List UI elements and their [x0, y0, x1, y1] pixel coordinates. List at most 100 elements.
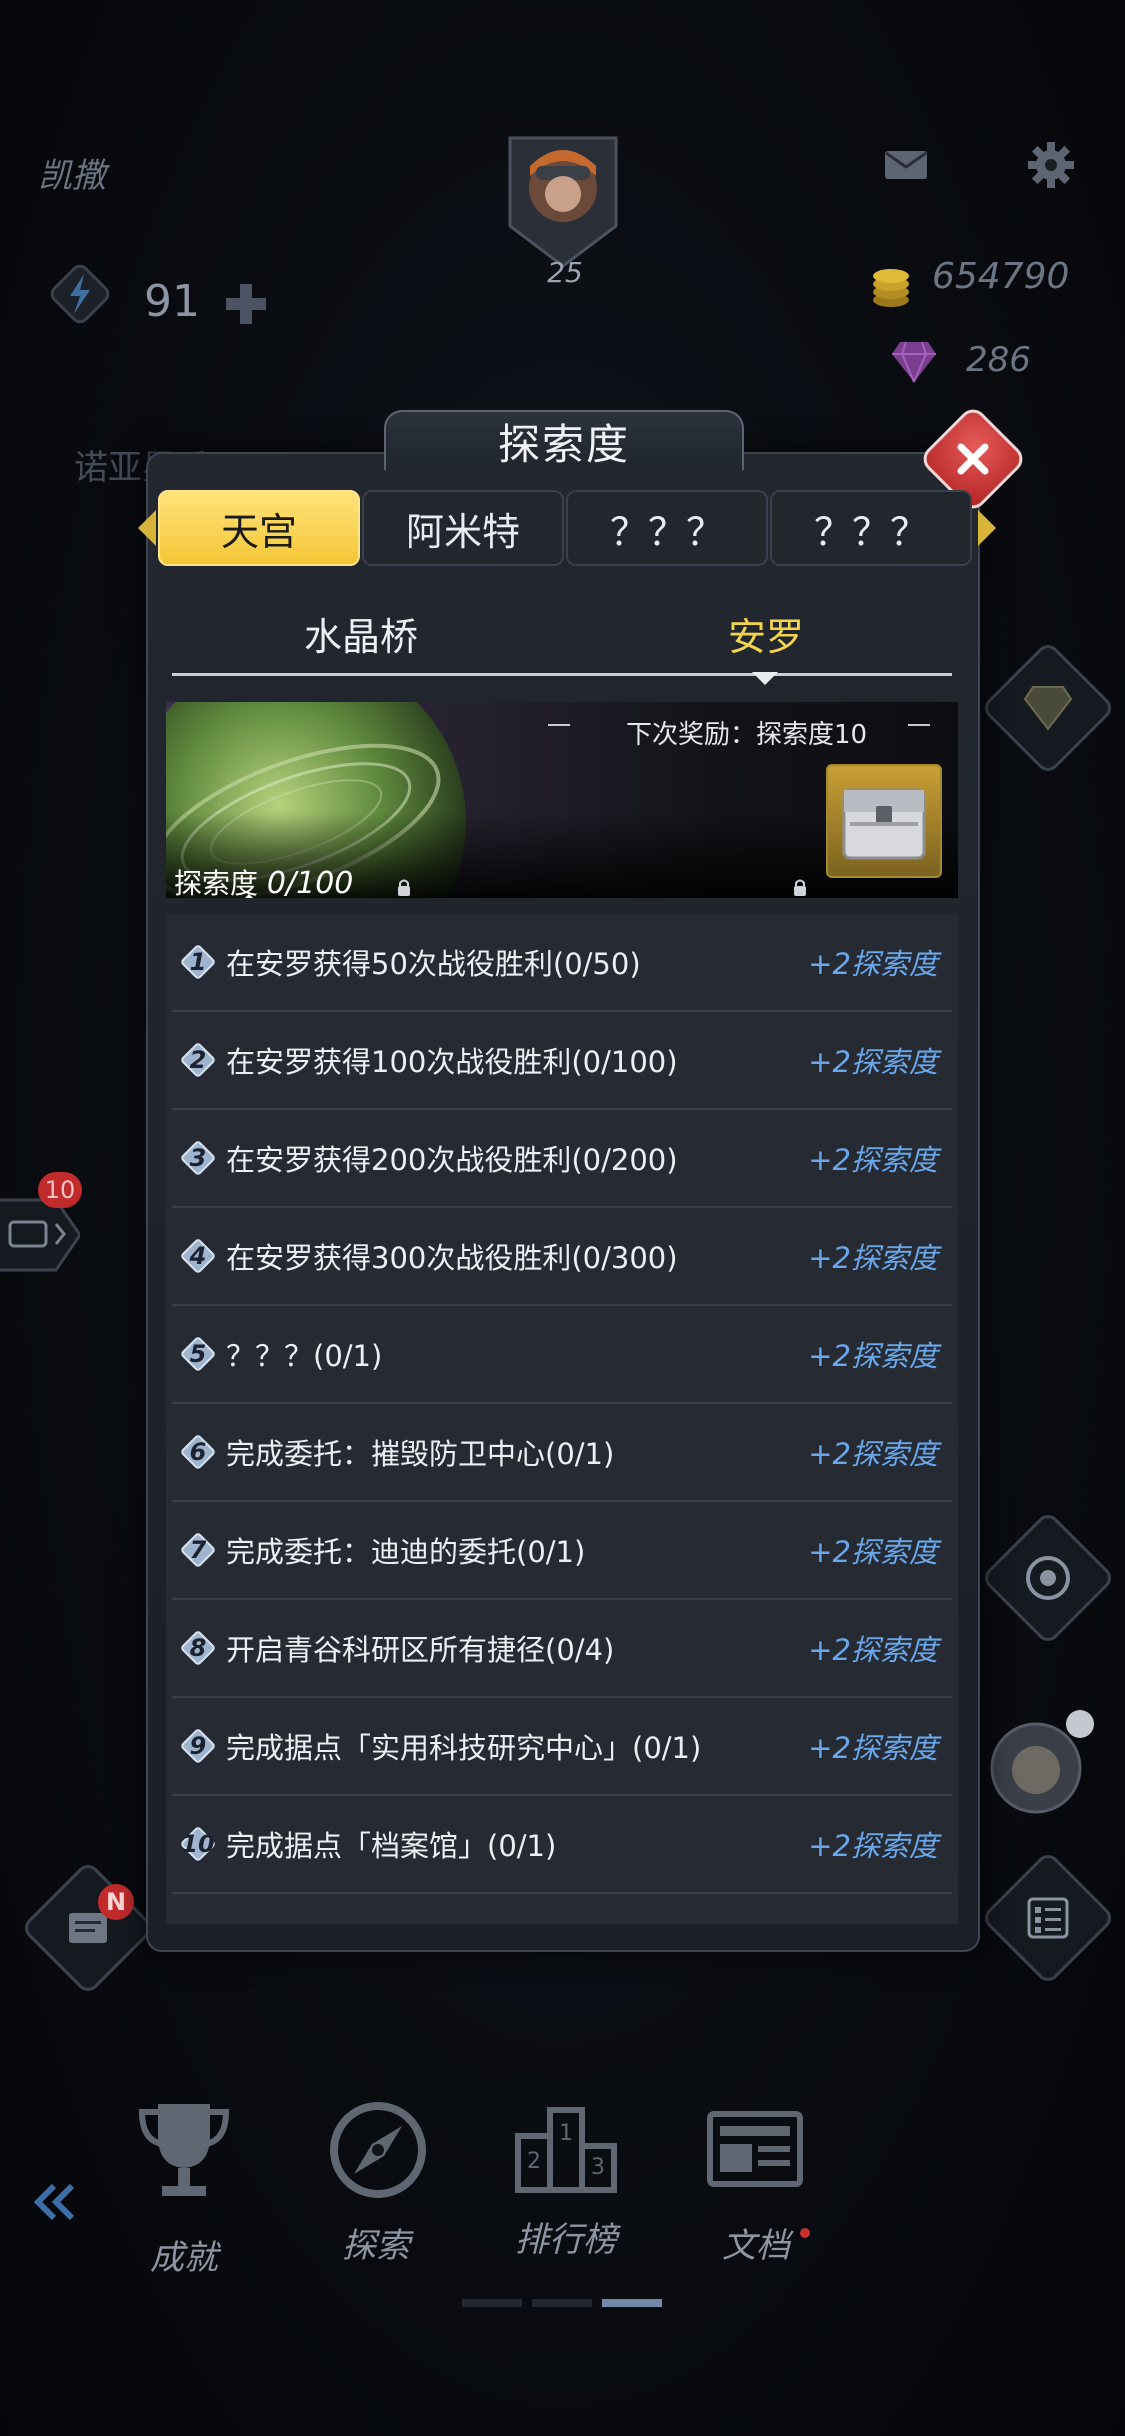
nav-label-leaderboard: 排行榜: [515, 2220, 617, 2260]
region-next-arrow[interactable]: [976, 508, 998, 548]
task-reward: +2探索度: [808, 1535, 938, 1569]
task-description: 在安罗获得100次战役胜利(0/100): [226, 1045, 678, 1079]
region-tab-locked-1[interactable]: ？？？: [566, 490, 768, 566]
subtab-crystal-bridge[interactable]: 水晶桥: [304, 606, 418, 661]
task-number: 2: [189, 1046, 207, 1074]
collapse-left-icon[interactable]: [30, 2182, 80, 2222]
nav-label-explore: 探索: [342, 2226, 410, 2266]
task-list[interactable]: 1 在安罗获得50次战役胜利(0/50) +2探索度 2 在安罗获得100次战役胜利(0…: [166, 914, 958, 1924]
task-row[interactable]: 11完成据点「器官农场」(0/1)+2探索度: [172, 1894, 952, 1924]
exploration-banner: 下次奖励：探索度10 探索度 0/100: [166, 702, 958, 898]
energy-value: 91: [144, 276, 200, 327]
next-reward-label: 下次奖励：探索度10: [626, 720, 868, 750]
lock-icon: [792, 878, 808, 896]
task-number-badge: 6: [180, 1434, 216, 1470]
task-reward: +2探索度: [808, 1241, 938, 1275]
lock-icon: [396, 878, 412, 896]
task-row[interactable]: 6 完成委托：摧毁防卫中心(0/1) +2探索度: [172, 1404, 952, 1502]
nav-achievements-button[interactable]: [124, 2090, 244, 2214]
subtab-active-marker: [752, 672, 778, 685]
task-number: 7: [189, 1536, 207, 1564]
progress-marker: [241, 894, 257, 898]
svg-text:1: 1: [559, 2121, 573, 2146]
gold-coin-icon: [866, 260, 916, 310]
svg-text:3: 3: [591, 2155, 605, 2180]
region-tab-tiangong[interactable]: 天宫: [158, 490, 360, 566]
task-row[interactable]: 10 完成据点「档案馆」(0/1) +2探索度: [172, 1796, 952, 1894]
task-description: ？？？(0/1): [226, 1339, 383, 1373]
task-row[interactable]: 5 ？？？(0/1) +2探索度: [172, 1306, 952, 1404]
modal-title: 探索度: [384, 410, 744, 470]
task-description: 完成委托：迪迪的委托(0/1): [226, 1535, 586, 1569]
task-number: 5: [189, 1340, 207, 1368]
region-tab-amite[interactable]: 阿米特: [362, 490, 564, 566]
document-icon: [707, 2111, 803, 2187]
nav-documents-button[interactable]: [696, 2090, 816, 2214]
avatar-level: 25: [547, 256, 583, 289]
task-description: 开启青谷科研区所有捷径(0/4): [226, 1633, 615, 1667]
gem-value: 286: [966, 340, 1031, 380]
task-row[interactable]: 3 在安罗获得200次战役胜利(0/200) +2探索度: [172, 1110, 952, 1208]
task-number: 1: [189, 948, 207, 976]
task-description: 完成委托：摧毁防卫中心(0/1): [226, 1437, 615, 1471]
nav-explore-button[interactable]: [318, 2090, 438, 2214]
reward-chest-icon[interactable]: [826, 764, 942, 878]
task-number: 8: [189, 1634, 207, 1662]
task-number-badge: 3: [180, 1140, 216, 1176]
task-number-badge: 5: [180, 1336, 216, 1372]
task-number-badge: 1: [180, 944, 216, 980]
progress-label: 探索度 0/100: [174, 862, 353, 898]
task-number-badge: 10: [180, 1826, 216, 1862]
task-row[interactable]: 4 在安罗获得300次战役胜利(0/300) +2探索度: [172, 1208, 952, 1306]
task-reward: +2探索度: [808, 1437, 938, 1471]
region-tab-locked-2[interactable]: ？？？: [770, 490, 972, 566]
nav-leaderboard-button[interactable]: 12 3: [506, 2090, 626, 2214]
task-reward: +2探索度: [808, 1045, 938, 1079]
chat-badge: 10: [38, 1172, 82, 1208]
task-number-badge: 9: [180, 1728, 216, 1764]
energy-icon: [44, 258, 116, 330]
documents-new-dot: [800, 2228, 810, 2238]
task-number-badge: 7: [180, 1532, 216, 1568]
task-number-badge: 4: [180, 1238, 216, 1274]
task-number-badge: 8: [180, 1630, 216, 1666]
task-row[interactable]: 2 在安罗获得100次战役胜利(0/100) +2探索度: [172, 1012, 952, 1110]
task-description: 完成据点「实用科技研究中心」(0/1): [226, 1731, 702, 1765]
task-row[interactable]: 8 开启青谷科研区所有捷径(0/4) +2探索度: [172, 1600, 952, 1698]
progress-value: 0/100: [266, 866, 354, 898]
notice-badge: N: [98, 1884, 134, 1920]
gear-icon[interactable]: [1026, 140, 1076, 190]
task-row[interactable]: 9 完成据点「实用科技研究中心」(0/1) +2探索度: [172, 1698, 952, 1796]
companion-avatar[interactable]: [986, 1710, 1096, 1820]
task-row[interactable]: 7 完成委托：迪迪的委托(0/1) +2探索度: [172, 1502, 952, 1600]
compass-icon: [330, 2102, 426, 2198]
task-reward: +2探索度: [808, 947, 938, 981]
task-number: 6: [189, 1438, 207, 1466]
task-number: 10: [181, 1830, 215, 1858]
energy-plus-button[interactable]: [222, 280, 270, 328]
task-number: 9: [189, 1732, 207, 1760]
task-reward: +2探索度: [808, 1339, 938, 1373]
task-reward: +2探索度: [808, 1921, 938, 1924]
nav-label-achievements: 成就: [150, 2238, 218, 2278]
task-number: 4: [189, 1242, 207, 1270]
svg-text:2: 2: [527, 2149, 541, 2174]
task-reward: +2探索度: [808, 1633, 938, 1667]
subtab-anluo[interactable]: 安罗: [728, 606, 804, 661]
region-prev-arrow[interactable]: [136, 508, 158, 548]
subtab-divider: [172, 673, 952, 676]
task-reward: +2探索度: [808, 1731, 938, 1765]
gem-icon: [890, 340, 938, 384]
gold-value: 654790: [932, 256, 1070, 297]
avatar[interactable]: [502, 130, 624, 270]
task-reward: +2探索度: [808, 1143, 938, 1177]
task-number: 3: [189, 1144, 207, 1172]
task-description: 在安罗获得50次战役胜利(0/50): [226, 947, 641, 981]
nav-pager-indicator: [462, 2292, 662, 2307]
task-row[interactable]: 1 在安罗获得50次战役胜利(0/50) +2探索度: [172, 914, 952, 1012]
task-description: 在安罗获得300次战役胜利(0/300): [226, 1241, 678, 1275]
mail-icon[interactable]: [884, 150, 928, 180]
task-number-badge: 2: [180, 1042, 216, 1078]
task-description: 完成据点「器官农场」(0/1): [226, 1921, 585, 1924]
player-name: 凯撒: [38, 156, 106, 196]
